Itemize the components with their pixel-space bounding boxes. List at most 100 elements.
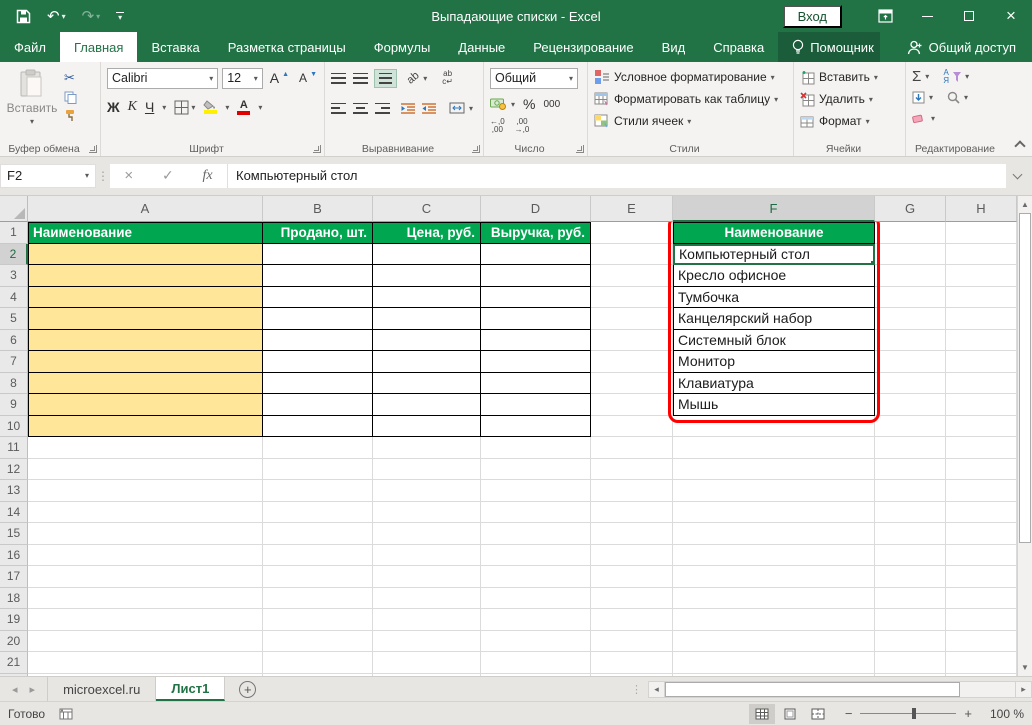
collapse-ribbon-button[interactable] — [1014, 140, 1025, 151]
cell-F12[interactable] — [673, 459, 875, 481]
tab-data[interactable]: Данные — [444, 32, 519, 62]
zoom-slider-thumb[interactable] — [912, 708, 916, 719]
cell-G19[interactable] — [875, 609, 946, 631]
cell-C7[interactable] — [373, 351, 481, 373]
borders-button[interactable]: ▾ — [174, 100, 195, 115]
cell-A18[interactable] — [28, 588, 263, 610]
cell-F10[interactable] — [673, 416, 875, 438]
cell-D19[interactable] — [481, 609, 591, 631]
cell-G20[interactable] — [875, 631, 946, 653]
cell-C10[interactable] — [373, 416, 481, 438]
row-header-11[interactable]: 11 — [0, 437, 28, 459]
cell-B22[interactable] — [263, 674, 373, 677]
font-size-select[interactable]: 12▾ — [222, 68, 263, 89]
cell-F3[interactable]: Кресло офисное — [673, 265, 875, 287]
row-header-13[interactable]: 13 — [0, 480, 28, 502]
cell-C19[interactable] — [373, 609, 481, 631]
number-format-select[interactable]: Общий▾ — [490, 68, 578, 89]
orientation-button[interactable]: ab▾ — [407, 67, 427, 89]
cell-A11[interactable] — [28, 437, 263, 459]
cell-A19[interactable] — [28, 609, 263, 631]
tab-home[interactable]: Главная — [60, 32, 137, 62]
cell-G11[interactable] — [875, 437, 946, 459]
row-header-3[interactable]: 3 — [0, 265, 28, 287]
cell-G18[interactable] — [875, 588, 946, 610]
cell-E13[interactable] — [591, 480, 673, 502]
cell-C8[interactable] — [373, 373, 481, 395]
decrease-indent-button[interactable] — [401, 103, 415, 114]
cell-D3[interactable] — [481, 265, 591, 287]
cell-E9[interactable] — [591, 394, 673, 416]
font-name-select[interactable]: Calibri▾ — [107, 68, 218, 89]
shrink-font-button[interactable]: A▼ — [296, 70, 320, 86]
cell-G17[interactable] — [875, 566, 946, 588]
cell-C21[interactable] — [373, 652, 481, 674]
ribbon-display-options-icon[interactable] — [864, 0, 906, 32]
wrap-text-button[interactable]: abc↵ — [442, 67, 453, 89]
align-top-button[interactable] — [331, 73, 346, 84]
cell-F19[interactable] — [673, 609, 875, 631]
horizontal-scroll-thumb[interactable] — [665, 682, 960, 697]
name-box-splitter[interactable]: ⋮ — [96, 169, 110, 183]
cell-C20[interactable] — [373, 631, 481, 653]
cell-H10[interactable] — [946, 416, 1017, 438]
cell-H16[interactable] — [946, 545, 1017, 567]
cell-A7[interactable] — [28, 351, 263, 373]
cell-F9[interactable]: Мышь — [673, 394, 875, 416]
cell-C6[interactable] — [373, 330, 481, 352]
customize-qat-icon[interactable]: ▾ — [116, 12, 124, 20]
cell-A8[interactable] — [28, 373, 263, 395]
cell-B18[interactable] — [263, 588, 373, 610]
cell-H15[interactable] — [946, 523, 1017, 545]
cell-E1[interactable] — [591, 222, 673, 244]
cell-D16[interactable] — [481, 545, 591, 567]
cell-B21[interactable] — [263, 652, 373, 674]
cell-E15[interactable] — [591, 523, 673, 545]
cell-D7[interactable] — [481, 351, 591, 373]
cell-D6[interactable] — [481, 330, 591, 352]
cell-D2[interactable] — [481, 244, 591, 266]
cell-G15[interactable] — [875, 523, 946, 545]
alignment-dialog-launcher[interactable] — [472, 145, 480, 153]
cell-F6[interactable]: Системный блок — [673, 330, 875, 352]
cell-D12[interactable] — [481, 459, 591, 481]
cell-H14[interactable] — [946, 502, 1017, 524]
column-header-D[interactable]: D — [481, 196, 591, 222]
cell-G8[interactable] — [875, 373, 946, 395]
cell-E14[interactable] — [591, 502, 673, 524]
delete-cells-button[interactable]: Удалить▾ — [800, 88, 901, 110]
cell-G3[interactable] — [875, 265, 946, 287]
cell-A5[interactable] — [28, 308, 263, 330]
cell-F2[interactable]: Компьютерный стол — [673, 244, 875, 266]
cell-B8[interactable] — [263, 373, 373, 395]
cell-A9[interactable] — [28, 394, 263, 416]
cell-F8[interactable]: Клавиатура — [673, 373, 875, 395]
cell-G14[interactable] — [875, 502, 946, 524]
sign-in-button[interactable]: Вход — [783, 5, 842, 28]
merge-center-button[interactable]: ▾ — [449, 97, 473, 119]
page-break-view-button[interactable] — [805, 704, 831, 724]
cell-H1[interactable] — [946, 222, 1017, 244]
select-all-corner[interactable] — [0, 196, 28, 222]
row-header-7[interactable]: 7 — [0, 351, 28, 373]
cell-B14[interactable] — [263, 502, 373, 524]
cell-E10[interactable] — [591, 416, 673, 438]
font-color-button[interactable]: A — [237, 100, 250, 115]
cell-H18[interactable] — [946, 588, 1017, 610]
comma-style-button[interactable]: 000 — [543, 99, 560, 110]
scroll-left-arrow[interactable]: ◂ — [648, 681, 665, 698]
cell-E17[interactable] — [591, 566, 673, 588]
cell-D22[interactable] — [481, 674, 591, 677]
cell-H2[interactable] — [946, 244, 1017, 266]
cell-E11[interactable] — [591, 437, 673, 459]
format-cells-button[interactable]: Формат▾ — [800, 110, 901, 132]
row-header-22[interactable]: 22 — [0, 674, 28, 677]
maximize-button[interactable] — [948, 0, 990, 32]
row-header-21[interactable]: 21 — [0, 652, 28, 674]
cell-D9[interactable] — [481, 394, 591, 416]
cell-G9[interactable] — [875, 394, 946, 416]
cell-A15[interactable] — [28, 523, 263, 545]
cell-C13[interactable] — [373, 480, 481, 502]
row-header-6[interactable]: 6 — [0, 330, 28, 352]
paste-button[interactable]: Вставить ▾ — [6, 66, 58, 126]
